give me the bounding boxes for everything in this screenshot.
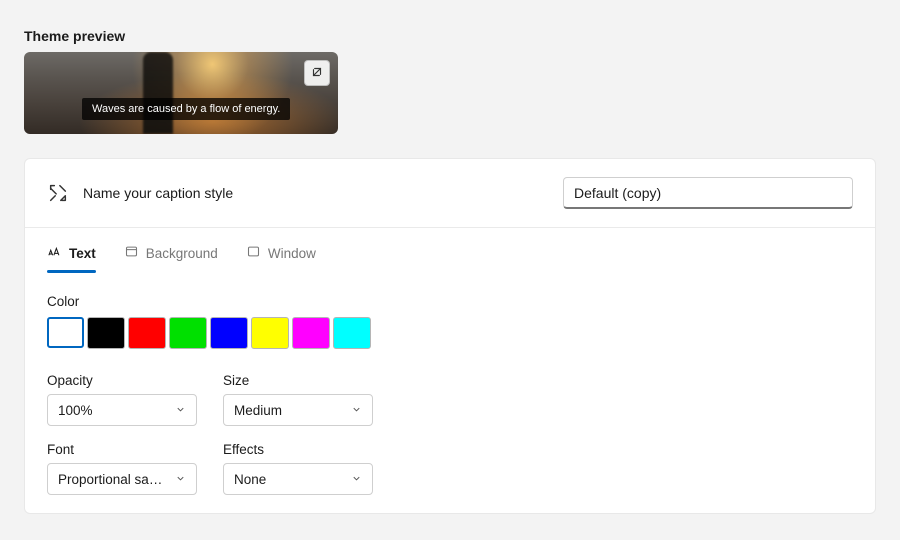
style-name-row: Name your caption style [25, 159, 875, 227]
color-swatch-white[interactable] [47, 317, 84, 348]
opacity-select[interactable]: 100% [47, 394, 197, 426]
style-name-label: Name your caption style [83, 185, 233, 201]
background-box-icon [124, 244, 139, 262]
size-select[interactable]: Medium [223, 394, 373, 426]
color-swatch-red[interactable] [128, 317, 166, 349]
size-value: Medium [234, 403, 351, 418]
font-select[interactable]: Proportional sans s... [47, 463, 197, 495]
tab-text[interactable]: Text [47, 240, 96, 272]
tab-bar: Text Background Window [25, 228, 875, 272]
color-swatch-magenta[interactable] [292, 317, 330, 349]
effects-select[interactable]: None [223, 463, 373, 495]
effects-value: None [234, 472, 351, 487]
expand-preview-button[interactable] [304, 60, 330, 86]
font-value: Proportional sans s... [58, 472, 175, 487]
color-swatch-row [25, 317, 875, 349]
color-swatch-green[interactable] [169, 317, 207, 349]
chevron-down-icon [175, 403, 186, 418]
opacity-label: Opacity [47, 373, 207, 388]
tab-label: Background [146, 246, 218, 261]
style-name-input[interactable] [563, 177, 853, 209]
color-swatch-blue[interactable] [210, 317, 248, 349]
effects-label: Effects [223, 442, 383, 457]
caption-style-panel: Name your caption style Text [24, 158, 876, 514]
style-edit-icon [47, 182, 69, 204]
text-size-icon [47, 244, 62, 262]
tab-background[interactable]: Background [124, 240, 218, 272]
opacity-value: 100% [58, 403, 175, 418]
theme-preview-card: Waves are caused by a flow of energy. [24, 52, 338, 134]
font-label: Font [47, 442, 207, 457]
color-swatch-black[interactable] [87, 317, 125, 349]
caption-sample-text: Waves are caused by a flow of energy. [82, 98, 290, 120]
effects-field: Effects None [223, 442, 383, 495]
caption-style-editor: Theme preview Waves are caused by a flow… [0, 0, 900, 514]
color-swatch-cyan[interactable] [333, 317, 371, 349]
size-label: Size [223, 373, 383, 388]
tab-window[interactable]: Window [246, 240, 316, 272]
color-section-label: Color [25, 272, 875, 317]
chevron-down-icon [351, 403, 362, 418]
font-field: Font Proportional sans s... [47, 442, 207, 495]
opacity-field: Opacity 100% [47, 373, 207, 426]
tab-label: Text [69, 246, 96, 261]
chevron-down-icon [175, 472, 186, 487]
expand-icon [310, 65, 324, 82]
theme-preview-heading: Theme preview [24, 28, 876, 44]
color-swatch-yellow[interactable] [251, 317, 289, 349]
tab-label: Window [268, 246, 316, 261]
window-icon [246, 244, 261, 262]
text-options-grid: Opacity 100% Size Medium Fon [25, 349, 875, 503]
chevron-down-icon [351, 472, 362, 487]
size-field: Size Medium [223, 373, 383, 426]
